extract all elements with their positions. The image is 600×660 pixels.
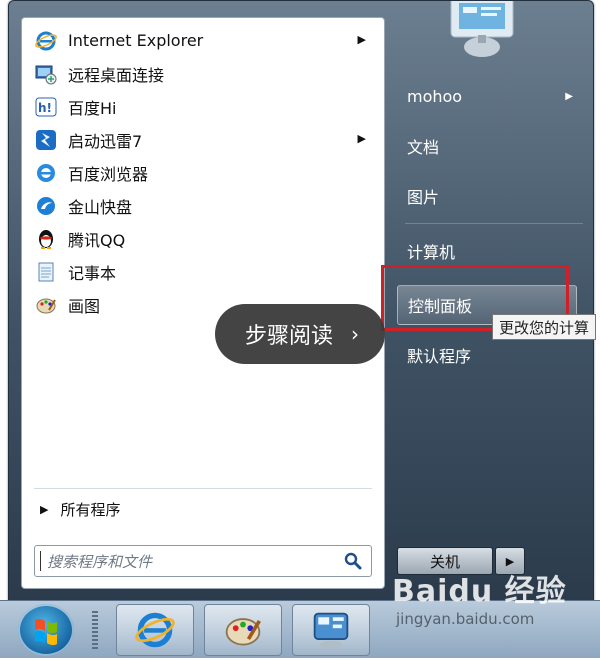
- pictures-label: 图片: [407, 188, 440, 207]
- default-programs-label: 默认程序: [407, 347, 472, 366]
- step-reading-label: 步骤阅读: [245, 324, 334, 349]
- program-item-internet-explorer[interactable]: Internet Explorer ▶: [24, 25, 380, 56]
- program-item-baidu-hi[interactable]: h! 百度Hi: [24, 91, 380, 122]
- program-item-baidu-browser[interactable]: 百度浏览器: [24, 157, 380, 188]
- baidu-jingyan-watermark: Baidu 经验 jingyan.baidu.com: [392, 566, 592, 646]
- program-item-notepad[interactable]: 记事本: [24, 256, 380, 287]
- right-pane-divider: [405, 223, 583, 224]
- user-folder-label: mohoo: [407, 86, 463, 106]
- submenu-arrow-icon: ▶: [565, 90, 573, 102]
- taskbar-control-panel-button[interactable]: [292, 604, 370, 656]
- search-placeholder: 搜索程序和文件: [47, 552, 153, 571]
- qq-penguin-icon: [34, 227, 58, 251]
- tooltip: 更改您的计算: [492, 314, 597, 340]
- user-picture[interactable]: [449, 0, 543, 61]
- baidu-hi-icon: h!: [34, 95, 58, 119]
- program-label: 百度浏览器: [68, 164, 149, 184]
- search-input[interactable]: 搜索程序和文件: [34, 545, 372, 577]
- default-programs-item[interactable]: 默认程序: [397, 337, 587, 373]
- control-panel-icon: [313, 612, 349, 649]
- all-programs-button[interactable]: ▶ 所有程序: [40, 496, 120, 522]
- baidu-browser-icon: [34, 161, 58, 185]
- start-orb-button[interactable]: [18, 604, 74, 656]
- search-icon[interactable]: [343, 551, 363, 571]
- paint-icon: [225, 618, 261, 646]
- text-cursor: [40, 551, 41, 571]
- program-label: 百度Hi: [68, 98, 117, 118]
- program-label: Internet Explorer: [68, 31, 204, 50]
- svg-text:h!: h!: [38, 101, 52, 115]
- submenu-arrow-icon: ▶: [357, 132, 366, 145]
- program-item-remote-desktop[interactable]: 远程桌面连接: [24, 58, 380, 89]
- program-label: 远程桌面连接: [68, 65, 165, 85]
- chevron-right-icon: ›: [351, 322, 360, 346]
- paint-icon: [34, 293, 58, 317]
- program-item-thunder[interactable]: 启动迅雷7 ▶: [24, 124, 380, 155]
- tooltip-text: 更改您的计算: [499, 318, 590, 337]
- pictures-item[interactable]: 图片: [397, 178, 587, 214]
- windows-logo-icon: [35, 618, 57, 646]
- submenu-arrow-icon: ▶: [357, 33, 366, 46]
- computer-label: 计算机: [407, 243, 456, 262]
- program-label: 腾讯QQ: [68, 230, 126, 250]
- taskbar-grip[interactable]: [92, 611, 98, 649]
- documents-item[interactable]: 文档: [397, 128, 587, 164]
- step-reading-button[interactable]: 步骤阅读 ›: [215, 304, 385, 364]
- programs-pane: Internet Explorer ▶ 远程桌面连接 h! 百度Hi 启动迅雷7…: [21, 17, 385, 589]
- program-label: 金山快盘: [68, 197, 133, 217]
- program-label: 启动迅雷7: [68, 131, 143, 151]
- program-label: 记事本: [68, 263, 117, 283]
- thunder-icon: [34, 128, 58, 152]
- documents-label: 文档: [407, 138, 440, 157]
- notepad-icon: [34, 260, 58, 284]
- watermark-brand: Baidu 经验: [392, 574, 567, 609]
- user-folder-item[interactable]: mohoo ▶: [397, 78, 587, 114]
- internet-explorer-icon: [34, 29, 58, 53]
- kuaipan-icon: [34, 194, 58, 218]
- watermark-url: jingyan.baidu.com: [396, 610, 535, 628]
- remote-desktop-icon: [34, 62, 58, 86]
- expand-triangle-icon: ▶: [40, 502, 49, 516]
- left-pane-divider: [34, 488, 372, 489]
- internet-explorer-icon: [135, 612, 175, 648]
- taskbar-paint-button[interactable]: [204, 604, 282, 656]
- program-item-qq[interactable]: 腾讯QQ: [24, 223, 380, 254]
- program-label: 画图: [68, 296, 101, 316]
- program-item-kuaipan[interactable]: 金山快盘: [24, 190, 380, 221]
- computer-item[interactable]: 计算机: [397, 233, 587, 269]
- all-programs-label: 所有程序: [60, 500, 121, 519]
- taskbar-ie-button[interactable]: [116, 604, 194, 656]
